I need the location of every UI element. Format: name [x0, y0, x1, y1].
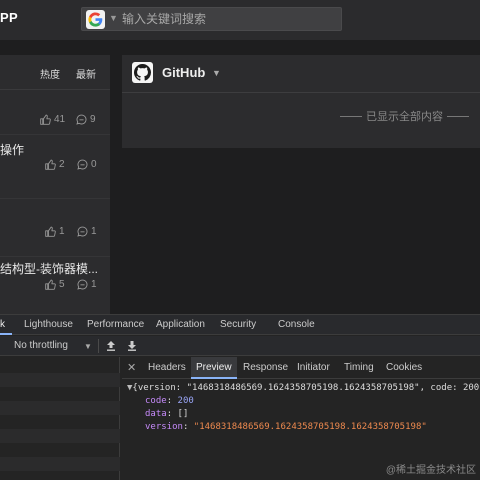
like-count: 41: [54, 114, 66, 125]
top-navigation-bar: PP ▼: [0, 0, 480, 40]
json-key: data: [145, 409, 167, 419]
devtools-panel: k Lighthouse Performance Application Sec…: [0, 314, 480, 480]
download-icon: [128, 341, 136, 351]
like-stat[interactable]: 2: [45, 159, 65, 170]
article-item[interactable]: 41 9: [0, 90, 110, 135]
comment-icon: [77, 279, 88, 290]
search-box[interactable]: ▼: [81, 7, 342, 31]
request-row[interactable]: [0, 429, 120, 443]
divider-line: [447, 115, 469, 117]
tab-headers[interactable]: Headers: [143, 357, 191, 379]
json-key: version: [145, 422, 183, 432]
like-count: 5: [59, 279, 65, 290]
like-count: 2: [59, 159, 65, 170]
comment-icon: [77, 226, 88, 237]
active-tab-indicator: [0, 333, 12, 335]
like-stat[interactable]: 41: [40, 114, 65, 125]
json-summary-text: {version: "1468318486569.1624358705198.1…: [132, 383, 480, 393]
article-item[interactable]: 结构型-装饰器模... 5 1: [0, 257, 110, 314]
tab-response[interactable]: Response: [238, 357, 293, 379]
tab-console[interactable]: Console: [278, 319, 315, 330]
tab-initiator[interactable]: Initiator: [292, 357, 335, 379]
import-har-button[interactable]: [104, 339, 118, 353]
article-title[interactable]: 操作: [0, 141, 24, 158]
chevron-down-icon[interactable]: ▼: [212, 68, 221, 78]
divider-line: [340, 115, 362, 117]
comment-stat[interactable]: 9: [76, 114, 96, 125]
network-toolbar: No throttling ▼: [0, 336, 480, 356]
like-count: 1: [59, 226, 65, 237]
request-row[interactable]: [0, 373, 120, 387]
comment-count: 1: [91, 279, 97, 290]
article-item[interactable]: 1 1: [0, 199, 110, 257]
thumbs-up-icon: [45, 279, 56, 290]
github-icon: [132, 62, 153, 83]
json-number-value: 200: [177, 396, 194, 406]
tab-preview[interactable]: Preview: [191, 357, 237, 379]
comment-stat[interactable]: 0: [77, 159, 97, 170]
json-field: version: "1468318486569.1624358705198.16…: [145, 421, 427, 433]
request-row[interactable]: [0, 387, 120, 401]
tab-security[interactable]: Security: [220, 319, 256, 330]
github-panel: GitHub ▼ 已显示全部内容: [122, 55, 480, 148]
comment-count: 0: [91, 159, 97, 170]
throttling-select[interactable]: No throttling: [14, 340, 68, 351]
sort-latest-link[interactable]: 最新: [76, 66, 96, 81]
json-string-value: "1468318486569.1624358705198.16243587051…: [193, 422, 427, 432]
json-key: code: [145, 396, 167, 406]
comment-icon: [76, 114, 87, 125]
comment-stat[interactable]: 1: [77, 279, 97, 290]
main-content: 热度 最新 41 9 操作 2 0 1 1 结构型-装饰器模... 5 1 Gi…: [0, 40, 480, 314]
search-engine-dropdown-icon[interactable]: ▼: [109, 13, 118, 23]
comment-count: 9: [90, 114, 96, 125]
github-panel-header[interactable]: GitHub ▼: [122, 55, 480, 93]
like-stat[interactable]: 1: [45, 226, 65, 237]
github-panel-title[interactable]: GitHub: [162, 65, 205, 80]
tab-timing[interactable]: Timing: [339, 357, 379, 379]
end-of-content-notice: 已显示全部内容: [340, 108, 480, 124]
comment-count: 1: [91, 226, 97, 237]
end-of-content-text: 已显示全部内容: [366, 111, 443, 123]
json-colon: :: [166, 396, 178, 406]
article-title[interactable]: 结构型-装饰器模...: [0, 260, 98, 277]
search-input[interactable]: [122, 10, 336, 28]
request-row[interactable]: [0, 443, 120, 457]
sort-hot-link[interactable]: 热度: [40, 66, 60, 81]
json-field: data: []: [145, 408, 188, 420]
json-colon: :: [166, 409, 178, 419]
chevron-down-icon[interactable]: ▼: [84, 342, 92, 351]
detail-tab-bar: ✕ Headers Preview Response Initiator Tim…: [122, 357, 480, 379]
tab-lighthouse[interactable]: Lighthouse: [24, 319, 73, 330]
sort-bar: 热度 最新: [0, 55, 110, 90]
upload-icon: [107, 341, 115, 351]
request-list: [0, 357, 120, 480]
request-row[interactable]: [0, 415, 120, 429]
article-item[interactable]: 操作 2 0: [0, 135, 110, 199]
tab-performance[interactable]: Performance: [87, 319, 144, 330]
request-row[interactable]: [0, 457, 120, 471]
comment-stat[interactable]: 1: [77, 226, 97, 237]
json-root-summary[interactable]: ▼{version: "1468318486569.1624358705198.…: [127, 382, 480, 394]
site-brand[interactable]: PP: [0, 10, 18, 25]
tab-cookies[interactable]: Cookies: [381, 357, 427, 379]
tab-network[interactable]: k: [0, 319, 5, 330]
toolbar-divider: [98, 339, 99, 353]
thumbs-up-icon: [45, 159, 56, 170]
watermark: @稀土掘金技术社区: [385, 465, 476, 476]
comment-icon: [77, 159, 88, 170]
like-stat[interactable]: 5: [45, 279, 65, 290]
tab-application[interactable]: Application: [156, 319, 205, 330]
close-icon[interactable]: ✕: [127, 361, 136, 374]
article-list-panel: 热度 最新 41 9 操作 2 0 1 1 结构型-装饰器模... 5 1: [0, 55, 110, 314]
json-field: code: 200: [145, 395, 194, 407]
json-array-value: []: [177, 409, 189, 419]
request-row[interactable]: [0, 401, 120, 415]
thumbs-up-icon: [45, 226, 56, 237]
google-icon[interactable]: [86, 10, 105, 29]
request-row[interactable]: [0, 359, 120, 373]
json-colon: :: [182, 422, 194, 432]
devtools-tab-bar: k Lighthouse Performance Application Sec…: [0, 315, 480, 335]
thumbs-up-icon: [40, 114, 51, 125]
export-har-button[interactable]: [125, 339, 139, 353]
